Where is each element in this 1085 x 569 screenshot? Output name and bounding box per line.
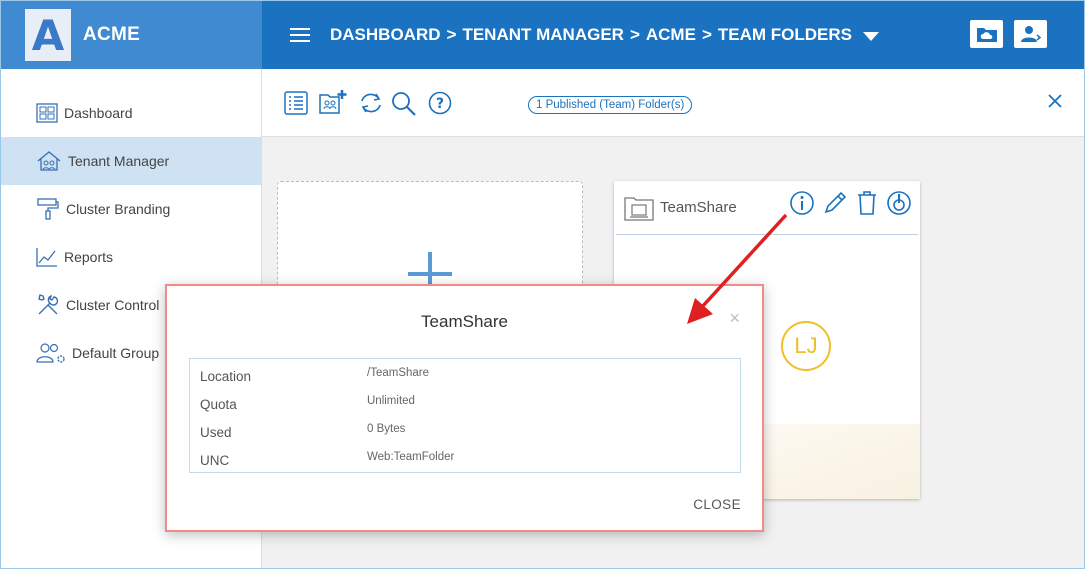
add-team-folder-icon[interactable] [319, 89, 347, 120]
caret-down-icon[interactable] [862, 31, 879, 41]
breadcrumb-acme[interactable]: ACME [646, 25, 696, 45]
user-logout-icon [1020, 26, 1041, 42]
property-label: UNC [200, 453, 230, 468]
list-view-icon[interactable] [284, 91, 308, 120]
breadcrumb-tenant-manager[interactable]: TENANT MANAGER [462, 25, 624, 45]
property-row-unc: UNC Web:TeamFolder [190, 450, 740, 478]
sidebar-item-dashboard[interactable]: Dashboard [1, 89, 261, 137]
line-chart-icon [36, 248, 57, 267]
close-panel-icon[interactable] [1048, 94, 1062, 113]
property-value: 0 Bytes [367, 423, 406, 435]
published-folders-badge: 1 Published (Team) Folder(s) [528, 96, 693, 114]
card-actions [789, 190, 912, 221]
sidebar-item-label: Cluster Branding [66, 201, 171, 217]
sidebar-item-tenant-manager[interactable]: Tenant Manager [1, 137, 261, 185]
dialog-title: TeamShare [421, 312, 508, 331]
breadcrumb-team-folders[interactable]: TEAM FOLDERS [718, 25, 852, 45]
breadcrumb-dashboard[interactable]: DASHBOARD [330, 25, 441, 45]
help-icon[interactable]: ? [428, 91, 452, 120]
card-title: TeamShare [660, 199, 737, 216]
svg-text:?: ? [436, 96, 444, 112]
property-label: Used [200, 425, 232, 440]
edit-pencil-icon[interactable] [822, 190, 848, 221]
property-row-used: Used 0 Bytes [190, 422, 740, 450]
dashboard-grid-icon [36, 103, 58, 123]
acme-logo: A [25, 9, 71, 61]
sync-status-icon[interactable] [886, 190, 912, 221]
sidebar-item-label: Dashboard [64, 105, 133, 121]
user-profile-button[interactable] [1014, 20, 1047, 48]
info-icon[interactable] [789, 190, 815, 221]
delete-trash-icon[interactable] [855, 190, 879, 221]
folder-properties: Location /TeamShare Quota Unlimited Used… [189, 358, 741, 473]
wrench-screwdriver-icon [38, 294, 59, 315]
property-value: /TeamShare [367, 367, 430, 379]
breadcrumb-separator: > [701, 25, 712, 44]
content-toolbar: ? 1 Published (Team) Folder(s) [262, 69, 1084, 137]
user-group-gear-icon [36, 343, 65, 363]
sidebar-item-reports[interactable]: Reports [1, 233, 261, 281]
breadcrumb-separator: > [446, 25, 457, 44]
cloud-folder-button[interactable] [970, 20, 1003, 48]
property-label: Quota [200, 397, 237, 412]
cloud-folder-icon [976, 28, 997, 42]
property-row-quota: Quota Unlimited [190, 394, 740, 422]
refresh-icon[interactable] [358, 92, 384, 119]
team-folder-icon [624, 196, 654, 221]
owner-avatar: LJ [781, 321, 831, 371]
sidebar-item-label: Cluster Control [66, 297, 160, 313]
brand-area: A ACME [1, 1, 262, 69]
top-bar: DASHBOARD > TENANT MANAGER > ACME > TEAM… [262, 1, 1084, 69]
sidebar-item-label: Reports [64, 249, 114, 265]
sidebar-item-cluster-branding[interactable]: Cluster Branding [1, 185, 261, 233]
folder-info-dialog: TeamShare × Location /TeamShare Quota Un… [165, 284, 764, 532]
hamburger-menu-icon[interactable] [290, 24, 310, 46]
property-value: Unlimited [367, 395, 415, 407]
search-icon[interactable] [391, 91, 417, 122]
close-button[interactable]: CLOSE [693, 497, 741, 512]
dialog-close-icon[interactable]: × [729, 308, 740, 329]
breadcrumb: DASHBOARD > TENANT MANAGER > ACME > TEAM… [330, 25, 879, 45]
property-row-location: Location /TeamShare [190, 366, 740, 394]
sidebar-item-label: Tenant Manager [68, 153, 170, 169]
sidebar-item-label: Default Group [72, 345, 160, 361]
tenant-house-icon [37, 151, 61, 171]
breadcrumb-separator: > [629, 25, 640, 44]
brand-name: ACME [83, 24, 141, 45]
app-frame: A ACME DASHBOARD > TENANT MANAGER > ACME… [0, 0, 1085, 569]
paint-roller-icon [37, 198, 59, 220]
property-value: Web:TeamFolder [367, 451, 455, 463]
property-label: Location [200, 369, 252, 384]
